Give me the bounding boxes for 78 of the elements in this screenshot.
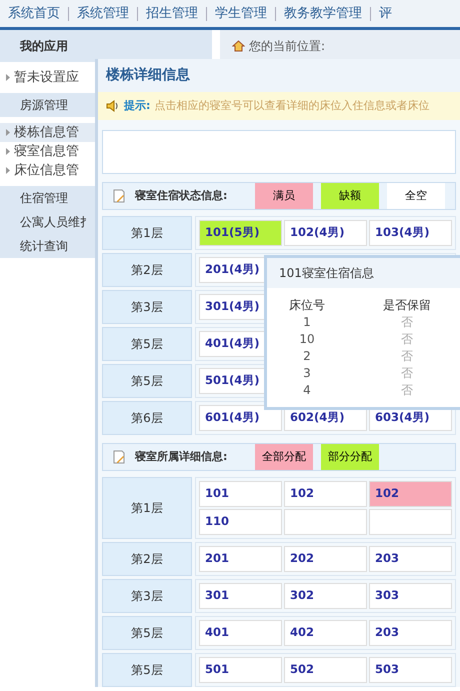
floor-label: 第5层: [102, 364, 192, 398]
sidebar-section[interactable]: 房源管理: [0, 93, 95, 117]
room-link[interactable]: 103(4男): [369, 220, 452, 246]
sidebar-section[interactable]: 公寓人员维扌: [0, 210, 95, 234]
room-link[interactable]: 101: [199, 481, 282, 507]
room-link[interactable]: 502: [284, 657, 367, 683]
table-cell-text: 4: [302, 382, 312, 399]
room-link[interactable]: 102: [369, 481, 452, 507]
sidebar-header: 我的应用: [0, 30, 212, 62]
legend-item: 缺额: [321, 183, 379, 209]
sidebar-item[interactable]: 寝室信息管: [0, 142, 95, 161]
floor-label: 第6层: [102, 401, 192, 435]
room-link[interactable]: 301: [199, 583, 282, 609]
speaker-icon: [106, 100, 120, 112]
floor-label: 第3层: [102, 579, 192, 613]
legend-title: 寝室所属详细信息:: [135, 448, 228, 465]
legend-item: 部分分配: [321, 444, 379, 470]
legend-item: 全部分配: [255, 444, 313, 470]
room-link[interactable]: 402: [284, 620, 367, 646]
triangle-icon: [6, 74, 10, 81]
nav-link[interactable]: 学生管理: [215, 4, 267, 24]
floor-label: 第2层: [102, 253, 192, 287]
nav-link[interactable]: 系统管理: [77, 4, 129, 24]
room-link[interactable]: 202: [284, 546, 367, 572]
column-header: 是否保留: [382, 297, 432, 314]
room-link[interactable]: 102(4男): [284, 220, 367, 246]
table-cell-text: 否: [400, 382, 414, 399]
room-link[interactable]: 203: [369, 546, 452, 572]
legend-item: 满员: [255, 183, 313, 209]
room-link[interactable]: 401: [199, 620, 282, 646]
legend-title: 寝室住宿状态信息:: [135, 188, 228, 204]
sidebar-item[interactable]: 床位信息管: [0, 161, 95, 180]
table-cell-text: 10: [298, 331, 316, 348]
nav-link[interactable]: 评: [379, 4, 392, 24]
floor-label: 第2层: [102, 542, 192, 576]
room-link[interactable]: 503: [369, 657, 452, 683]
note-icon: [111, 188, 127, 204]
tip-label: 提示:: [124, 98, 150, 114]
dialog-title: 楼栋详细信息: [98, 59, 460, 92]
note-icon: [111, 449, 127, 465]
room-link[interactable]: 110: [199, 509, 282, 535]
tip-text: 点击相应的寝室号可以查看详细的床位入住信息或者床位: [154, 98, 430, 114]
nav-link[interactable]: 招生管理: [146, 4, 198, 24]
room-link[interactable]: 303: [369, 583, 452, 609]
legend-item: 全空: [387, 183, 445, 209]
column-header: 床位号: [288, 297, 326, 314]
home-icon: [232, 40, 245, 52]
triangle-icon: [6, 167, 10, 174]
sidebar-section[interactable]: 住宿管理: [0, 186, 95, 210]
table-cell-text: 否: [400, 365, 414, 382]
nav-link[interactable]: 系统首页: [8, 4, 60, 24]
sidebar-item[interactable]: 楼栋信息管: [0, 123, 95, 142]
table-cell-text: 2: [302, 348, 312, 365]
room-link[interactable]: 302: [284, 583, 367, 609]
table-cell-text: 3: [302, 365, 312, 382]
triangle-icon: [6, 129, 10, 136]
floor-label: 第5层: [102, 653, 192, 687]
room-link[interactable]: 601(4男): [199, 405, 282, 431]
room-link[interactable]: 501: [199, 657, 282, 683]
room-link[interactable]: 102: [284, 481, 367, 507]
floor-label: 第1层: [102, 477, 192, 539]
floor-label: 第5层: [102, 327, 192, 361]
floor-label: 第1层: [102, 216, 192, 250]
sidebar-item[interactable]: 暂未设置应: [0, 68, 95, 87]
sidebar-section[interactable]: 统计查询: [0, 234, 95, 258]
table-cell-text: 否: [400, 331, 414, 348]
triangle-icon: [6, 148, 10, 155]
room-link[interactable]: 101(5男): [199, 220, 282, 246]
table-cell-text: 否: [400, 314, 414, 331]
table-cell-text: 否: [400, 348, 414, 365]
nav-link[interactable]: 教务教学管理: [284, 4, 362, 24]
popup-title: 101寝室住宿信息: [267, 258, 460, 288]
breadcrumb-text: 您的当前位置:: [249, 38, 326, 55]
floor-label: 第3层: [102, 290, 192, 324]
room-link[interactable]: 203: [369, 620, 452, 646]
room-link[interactable]: 201: [199, 546, 282, 572]
floor-label: 第5层: [102, 616, 192, 650]
table-cell-text: 1: [302, 314, 312, 331]
